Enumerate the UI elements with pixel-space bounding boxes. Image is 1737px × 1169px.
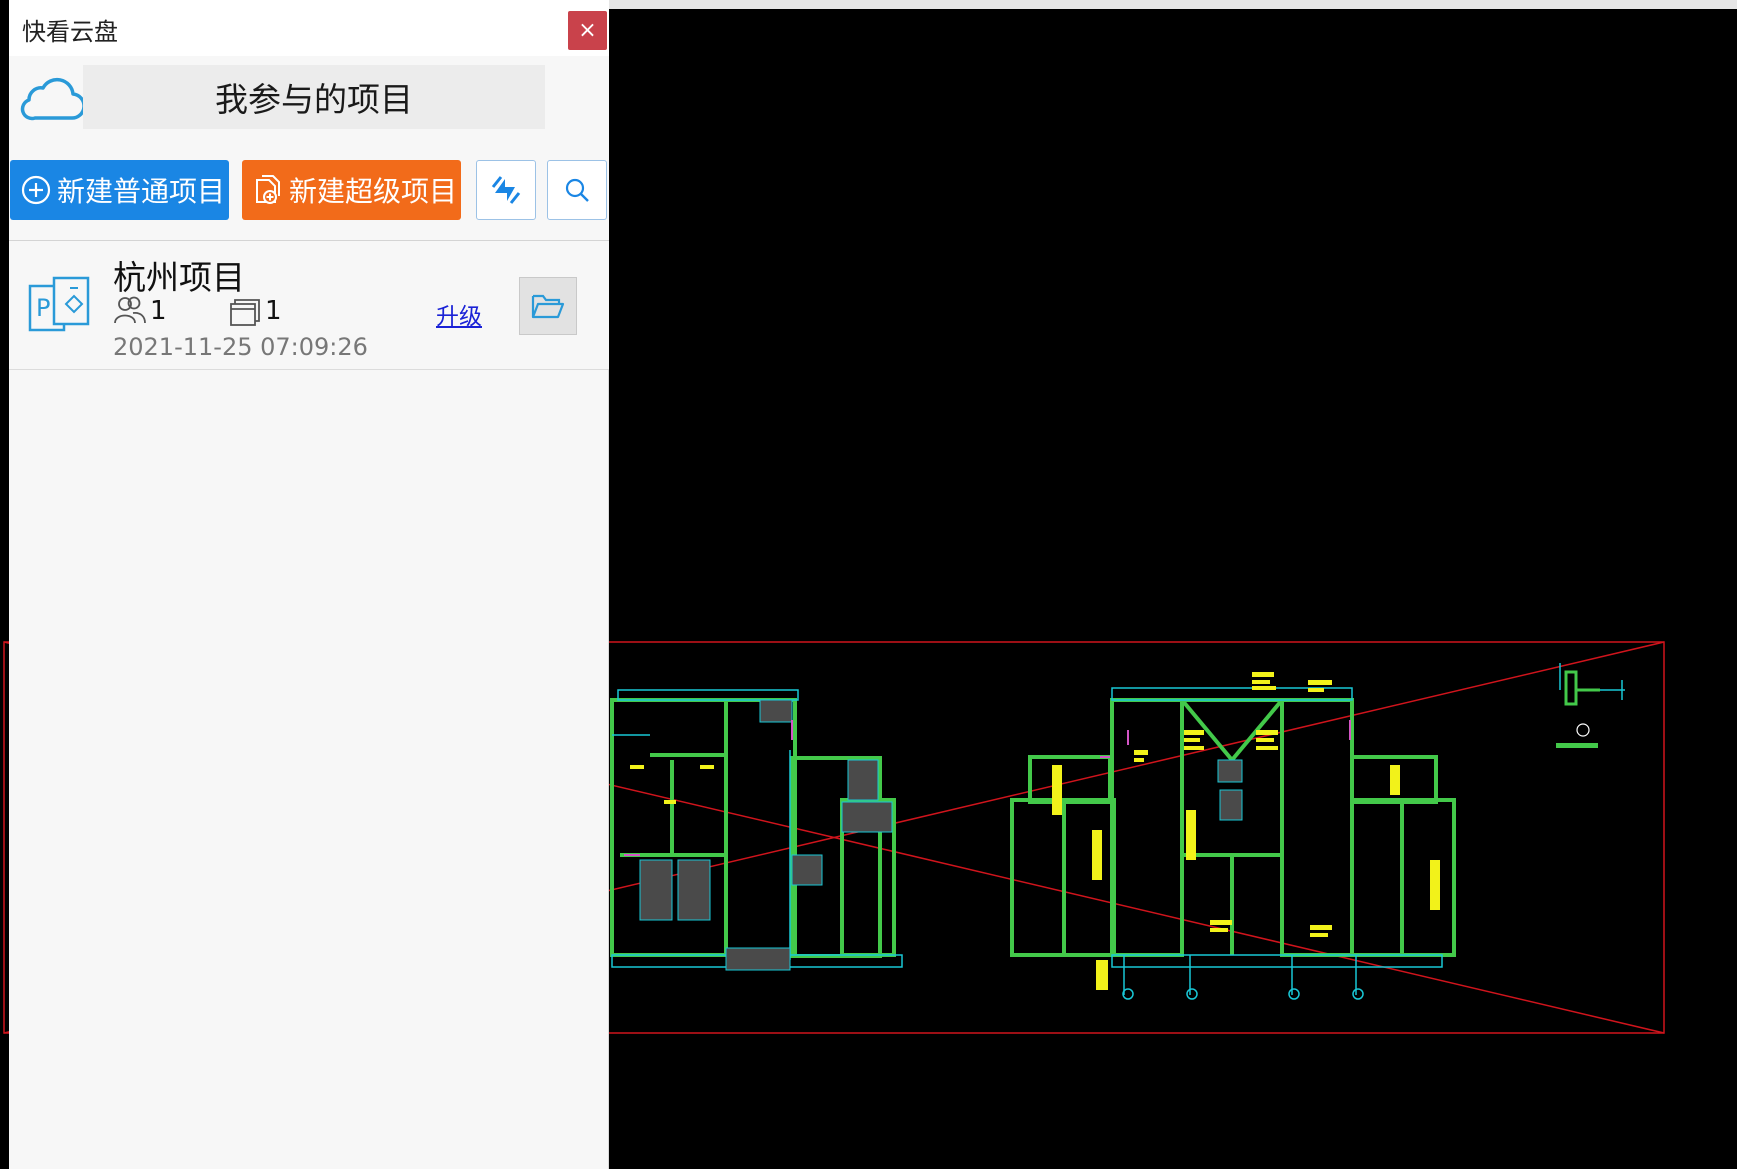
panel-titlebar: 快看云盘 × [9,0,609,56]
close-button[interactable]: × [568,11,607,50]
sync-icon [491,176,521,204]
members-icon [114,296,146,324]
members-count: 1 [150,296,167,326]
search-icon [565,178,589,202]
files-icon [230,299,260,326]
project-file-icon: P [28,276,90,332]
app-title: 快看云盘 [22,18,118,46]
new-normal-project-label: 新建普通项目 [57,175,226,208]
files-count: 1 [265,296,282,326]
folder-open-icon [531,294,565,319]
cloud-icon [20,77,85,121]
new-super-project-button[interactable]: 新建超级项目 [242,160,461,220]
search-button[interactable] [547,160,607,220]
add-document-icon [256,175,280,204]
new-super-project-label: 新建超级项目 [289,175,458,208]
add-circle-icon [21,175,51,205]
cloud-disk-panel: 快看云盘 × 我参与的项目 新建普通项目 新建超级项目 P 杭州项目 1 1 2… [9,0,609,1169]
upgrade-link[interactable]: 升级 [436,297,482,331]
panel-toolbar: 新建普通项目 新建超级项目 [9,140,609,241]
section-title: 我参与的项目 [83,65,545,129]
viewport-top-strip [608,0,1737,9]
open-folder-button[interactable] [519,277,577,335]
project-list-item[interactable]: P 杭州项目 1 1 2021-11-25 07:09:26 升级 [9,241,609,370]
project-date: 2021-11-25 07:09:26 [113,333,368,361]
panel-header: 我参与的项目 [9,56,609,141]
sync-button[interactable] [476,160,536,220]
svg-text:P: P [36,294,50,322]
new-normal-project-button[interactable]: 新建普通项目 [10,160,229,220]
project-name: 杭州项目 [113,258,245,297]
